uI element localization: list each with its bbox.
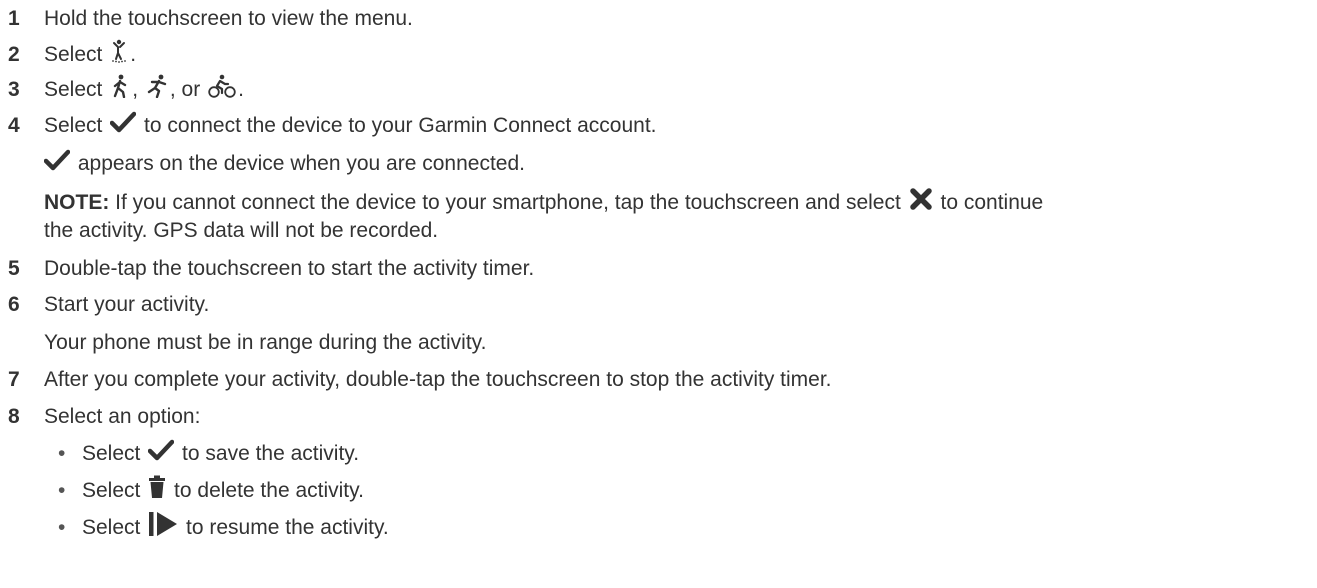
step-text: Hold the touchscreen to view the menu.	[44, 7, 413, 30]
step-4-result: appears on the device when you are conne…	[43, 149, 525, 180]
step-6-result: Your phone must be in range during the a…	[44, 328, 486, 358]
run-icon	[146, 74, 168, 107]
option-text: Select	[82, 516, 147, 539]
resume-icon	[148, 511, 178, 546]
note-text: If you cannot connect the device to your…	[109, 191, 907, 214]
separator: ,	[132, 78, 144, 101]
option-text-end: to delete the activity.	[168, 479, 364, 502]
option-save: • Select to save the activity.	[58, 439, 359, 469]
step-text-end: .	[130, 43, 137, 66]
note-text-end: to continue	[934, 191, 1044, 214]
option-delete: • Select to delete the activity.	[58, 475, 364, 508]
bullet: •	[58, 442, 66, 465]
note-continuation: the activity. GPS data will not be recor…	[44, 216, 438, 246]
bullet: •	[58, 479, 66, 502]
step-7: 7 After you complete your activity, doub…	[8, 365, 832, 395]
step-3: 3 Select , , or .	[8, 74, 244, 107]
note-label: NOTE:	[44, 191, 110, 214]
result-text: appears on the device when you are conne…	[72, 152, 525, 175]
checkmark-icon	[109, 111, 137, 142]
activity-figure-icon	[110, 39, 128, 72]
step-2: 2 Select .	[8, 39, 137, 72]
option-text-end: to save the activity.	[176, 442, 360, 465]
step-text: After you complete your activity, double…	[44, 368, 832, 391]
step-5: 5 Double-tap the touchscreen to start th…	[8, 254, 534, 284]
separator: , or	[169, 78, 207, 101]
step-text: Start your activity.	[44, 293, 210, 316]
checkmark-icon	[147, 439, 175, 470]
walk-icon	[110, 74, 130, 107]
step-text: Select	[44, 78, 109, 101]
trash-icon	[148, 475, 166, 508]
step-number: 7	[8, 368, 20, 391]
step-text-end: .	[238, 78, 244, 101]
option-text: Select	[82, 479, 147, 502]
bullet: •	[58, 516, 66, 539]
step-text: Select an option:	[44, 405, 201, 428]
option-resume: • Select to resume the activity.	[58, 511, 389, 546]
step-number: 1	[8, 7, 20, 30]
result-text: Your phone must be in range during the a…	[44, 331, 487, 354]
step-8: 8 Select an option:	[8, 402, 200, 432]
step-4: 4 Select to connect the device to your G…	[8, 111, 657, 141]
cross-icon	[909, 187, 933, 219]
option-text: Select	[82, 442, 147, 465]
step-text: Select	[44, 43, 109, 66]
checkmark-icon	[43, 149, 71, 180]
option-text-end: to resume the activity.	[180, 516, 389, 539]
step-text: Select	[44, 114, 109, 137]
note-text-cont: the activity. GPS data will not be recor…	[44, 219, 439, 242]
bike-icon	[208, 74, 236, 107]
step-number: 3	[8, 78, 20, 101]
step-number: 4	[8, 114, 20, 137]
step-number: 5	[8, 257, 20, 280]
step-text-end: to connect the device to your Garmin Con…	[138, 114, 657, 137]
step-6: 6 Start your activity.	[8, 290, 209, 320]
step-text: Double-tap the touchscreen to start the …	[44, 257, 535, 280]
note: NOTE: If you cannot connect the device t…	[44, 187, 1044, 219]
step-number: 6	[8, 293, 20, 316]
step-1: 1 Hold the touchscreen to view the menu.	[8, 4, 413, 34]
step-number: 8	[8, 405, 20, 428]
step-number: 2	[8, 43, 20, 66]
